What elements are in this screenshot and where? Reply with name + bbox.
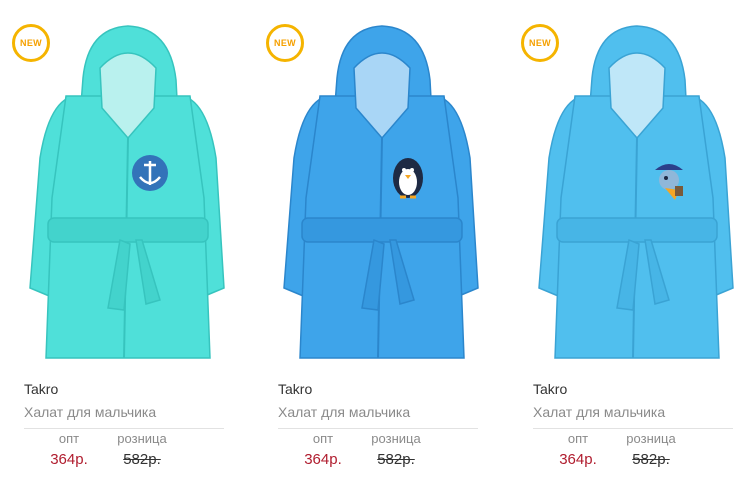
wholesale-label: опт bbox=[567, 431, 589, 446]
product-title[interactable]: Халат для мальчика bbox=[24, 404, 156, 420]
product-brand[interactable]: Takro bbox=[278, 381, 312, 397]
product-brand[interactable]: Takro bbox=[533, 381, 567, 397]
retail-value: 582р. bbox=[377, 451, 415, 468]
product-image[interactable] bbox=[8, 8, 246, 368]
wholesale-price: опт 364р. bbox=[553, 431, 603, 470]
new-badge: NEW bbox=[521, 24, 559, 62]
new-badge: NEW bbox=[266, 24, 304, 62]
divider bbox=[533, 428, 733, 429]
retail-label: розница bbox=[371, 431, 421, 446]
product-card[interactable]: NEW Takro Халат для мальчика опт 364р. р… bbox=[254, 0, 508, 504]
retail-price: розница 582р. bbox=[358, 431, 434, 470]
wholesale-value: 364р. bbox=[50, 451, 88, 468]
retail-price: розница 582р. bbox=[104, 431, 180, 470]
product-brand[interactable]: Takro bbox=[24, 381, 58, 397]
new-badge: NEW bbox=[12, 24, 50, 62]
product-image[interactable] bbox=[262, 8, 500, 368]
retail-label: розница bbox=[626, 431, 676, 446]
product-title[interactable]: Халат для мальчика bbox=[533, 404, 665, 420]
wholesale-value: 364р. bbox=[559, 451, 597, 468]
retail-label: розница bbox=[117, 431, 167, 446]
divider bbox=[278, 428, 478, 429]
anchor-icon bbox=[132, 155, 168, 191]
product-card[interactable]: NEW Takro Халат для мальчика опт 364р. р… bbox=[509, 0, 745, 504]
penguin-icon bbox=[393, 158, 423, 199]
product-card[interactable]: NEW Takro Халат для мальчика опт 364р. р… bbox=[0, 0, 254, 504]
bathrobe-image bbox=[538, 25, 734, 359]
retail-value: 582р. bbox=[123, 451, 161, 468]
retail-price: розница 582р. bbox=[613, 431, 689, 470]
divider bbox=[24, 428, 224, 429]
product-grid: NEW Takro Халат для мальчика опт 364р. р… bbox=[0, 0, 745, 504]
bathrobe-image bbox=[283, 25, 479, 359]
product-image[interactable] bbox=[517, 8, 745, 368]
wholesale-price: опт 364р. bbox=[298, 431, 348, 470]
bathrobe-image bbox=[29, 25, 225, 359]
retail-value: 582р. bbox=[632, 451, 670, 468]
wholesale-price: опт 364р. bbox=[44, 431, 94, 470]
product-title[interactable]: Халат для мальчика bbox=[278, 404, 410, 420]
wholesale-value: 364р. bbox=[304, 451, 342, 468]
wholesale-label: опт bbox=[312, 431, 334, 446]
wholesale-label: опт bbox=[58, 431, 80, 446]
